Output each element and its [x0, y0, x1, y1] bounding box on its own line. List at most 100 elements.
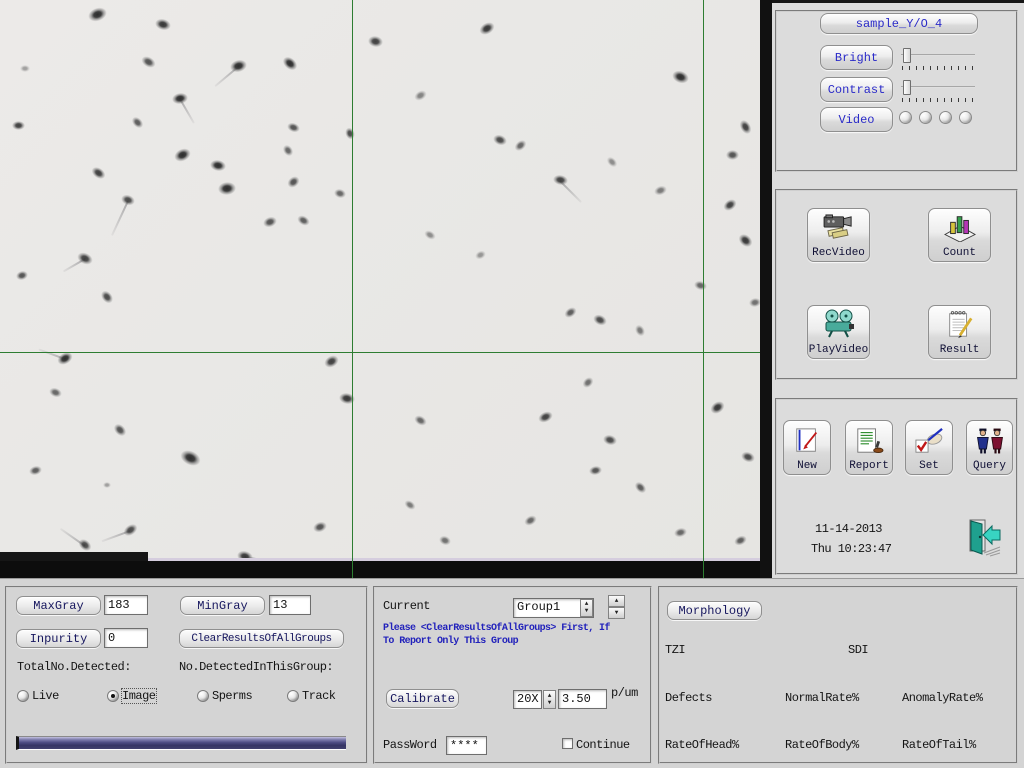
inpurity-input[interactable]: [104, 628, 148, 648]
sdi-label: SDI: [848, 643, 869, 657]
tzi-label: TZI: [665, 643, 686, 657]
min-gray-input[interactable]: [269, 595, 311, 615]
group-spin-down[interactable]: ▼: [608, 607, 625, 619]
calibrate-button[interactable]: Calibrate: [386, 689, 459, 708]
radio-sperms-label: Sperms: [212, 689, 253, 703]
group-spin-buttons[interactable]: ▲ ▼: [608, 595, 625, 619]
new-button[interactable]: New: [783, 420, 831, 475]
set-label: Set: [919, 460, 939, 472]
morphology-panel: Morphology TZI SDI Defects NormalRate% A…: [658, 586, 1018, 764]
camcorder-icon: [820, 214, 858, 247]
continue-checkbox[interactable]: [562, 738, 573, 749]
password-input[interactable]: [446, 736, 487, 755]
max-gray-button[interactable]: MaxGray: [16, 596, 101, 615]
play-video-button[interactable]: PlayVideo: [807, 305, 870, 359]
radio-track-circle[interactable]: [287, 690, 299, 702]
magnification-spinner[interactable]: ▲ ▼: [543, 690, 556, 709]
result-button[interactable]: Result: [928, 305, 991, 359]
radio-image[interactable]: Image: [107, 688, 157, 704]
result-label: Result: [939, 344, 980, 356]
contrast-slider-track[interactable]: [901, 86, 975, 88]
radio-live[interactable]: Live: [17, 689, 59, 703]
right-control-panel: sample_Y/O_4 Bright Contrast Video RecVi…: [772, 0, 1024, 578]
query-button[interactable]: Query: [966, 420, 1013, 475]
scale-unit-label: p/um: [611, 686, 638, 700]
radio-live-circle[interactable]: [17, 690, 29, 702]
set-button[interactable]: Set: [905, 420, 953, 475]
grid-line-vertical-2: [703, 0, 704, 578]
progress-bar: [16, 736, 346, 750]
count-button[interactable]: Count: [928, 208, 991, 262]
password-label: PassWord: [383, 738, 437, 752]
time-display: Thu 10:23:47: [811, 542, 892, 556]
rec-video-label: RecVideo: [812, 247, 865, 259]
rec-video-button[interactable]: RecVideo: [807, 208, 870, 262]
total-detected-label: TotalNo.Detected:: [17, 660, 131, 674]
radio-live-label: Live: [32, 689, 59, 703]
magnification-combobox[interactable]: 20X: [513, 690, 542, 709]
bright-button[interactable]: Bright: [820, 45, 893, 70]
bright-slider-ticks: [902, 66, 976, 70]
play-video-label: PlayVideo: [808, 344, 869, 356]
people-icon: [974, 427, 1006, 460]
bright-slider-thumb[interactable]: [902, 48, 911, 63]
view-divider: [760, 0, 772, 578]
detection-settings-group: MaxGray MinGray Inpurity ClearResultsOfA…: [5, 586, 368, 764]
video-indicator-1[interactable]: [899, 111, 912, 124]
radio-image-label: Image: [121, 688, 157, 704]
report-button[interactable]: Report: [845, 420, 893, 475]
radio-image-circle[interactable]: [107, 690, 119, 702]
report-document-icon: [854, 427, 884, 460]
report-label: Report: [849, 460, 889, 472]
notepad-icon: [944, 309, 976, 344]
scale-input[interactable]: [558, 689, 607, 709]
radio-track-label: Track: [302, 689, 336, 703]
video-controls-group: sample_Y/O_4 Bright Contrast Video: [775, 10, 1018, 172]
video-indicator-4[interactable]: [959, 111, 972, 124]
projector-icon: [821, 309, 857, 344]
exit-door-icon: [966, 517, 1002, 562]
session-actions-group: New Report Set Query 11-14-2013 Thu 10:2…: [775, 398, 1018, 575]
grid-line-vertical-1: [352, 0, 353, 578]
contrast-slider-ticks: [902, 98, 976, 102]
morphology-button[interactable]: Morphology: [667, 601, 762, 620]
contrast-slider[interactable]: [901, 79, 977, 103]
settings-check-icon: [914, 427, 944, 460]
video-button[interactable]: Video: [820, 107, 893, 132]
group-detected-label: No.DetectedInThisGroup:: [179, 660, 334, 674]
inpurity-button[interactable]: Inpurity: [16, 629, 101, 648]
exit-button[interactable]: [965, 518, 1003, 560]
rate-of-body-label: RateOfBody%: [785, 738, 859, 752]
query-label: Query: [972, 460, 1006, 472]
bright-slider[interactable]: [901, 47, 977, 71]
notice-line-2: To Report Only This Group: [383, 636, 519, 647]
clear-results-button[interactable]: ClearResultsOfAllGroups: [179, 629, 344, 648]
radio-sperms-circle[interactable]: [197, 690, 209, 702]
rate-of-tail-label: RateOfTail%: [902, 738, 976, 752]
notice-line-1: Please <ClearResultsOfAllGroups> First, …: [383, 623, 610, 634]
sample-name-button[interactable]: sample_Y/O_4: [820, 13, 978, 34]
max-gray-input[interactable]: [104, 595, 148, 615]
new-document-icon: [792, 427, 822, 460]
rate-of-head-label: RateOfHead%: [665, 738, 739, 752]
normal-rate-label: NormalRate%: [785, 691, 859, 705]
count-label: Count: [942, 247, 976, 259]
group-combo-spinner[interactable]: ▲ ▼: [580, 599, 593, 617]
continue-label: Continue: [576, 738, 630, 752]
video-indicator-3[interactable]: [939, 111, 952, 124]
contrast-button[interactable]: Contrast: [820, 77, 893, 102]
bottom-control-panel: MaxGray MinGray Inpurity ClearResultsOfA…: [0, 578, 1024, 768]
current-label: Current: [383, 599, 430, 613]
radio-track[interactable]: Track: [287, 689, 336, 703]
radio-sperms[interactable]: Sperms: [197, 689, 253, 703]
min-gray-button[interactable]: MinGray: [180, 596, 265, 615]
group-settings-panel: Current Group1 ▲ ▼ ▲ ▼ Please <ClearResul…: [373, 586, 652, 764]
microscope-view[interactable]: [0, 0, 760, 578]
bright-slider-track[interactable]: [901, 54, 975, 56]
grid-line-horizontal-1: [0, 352, 760, 353]
video-indicator-2[interactable]: [919, 111, 932, 124]
defects-label: Defects: [665, 691, 712, 705]
contrast-slider-thumb[interactable]: [902, 80, 911, 95]
video-edge-artifact: [0, 552, 148, 561]
group-spin-up[interactable]: ▲: [608, 595, 625, 607]
